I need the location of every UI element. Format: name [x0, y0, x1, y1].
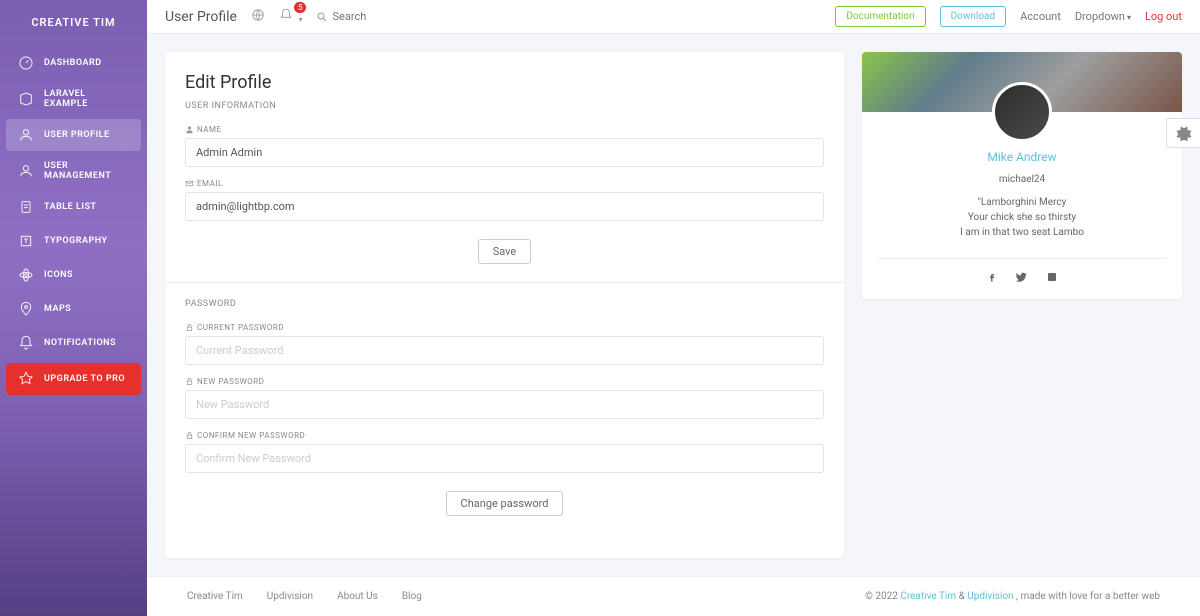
envelope-icon [185, 179, 194, 188]
facebook-icon[interactable] [986, 271, 998, 283]
sidebar: CREATIVE TIM DASHBOARD LARAVEL EXAMPLE U… [0, 0, 147, 616]
section-label-user: USER INFORMATION [185, 101, 824, 111]
search-input[interactable] [332, 10, 412, 23]
confirm-password-input[interactable] [185, 444, 824, 473]
footer-upd-link[interactable]: Updivision [967, 591, 1013, 602]
sidebar-item-label: USER PROFILE [44, 130, 110, 140]
social-links [878, 258, 1166, 283]
gear-icon [1176, 125, 1192, 141]
atom-icon [18, 267, 34, 283]
settings-tab[interactable] [1166, 118, 1200, 148]
sidebar-item-label: NOTIFICATIONS [44, 338, 116, 348]
download-button[interactable]: Download [940, 6, 1007, 27]
sidebar-item-label: LARAVEL EXAMPLE [44, 89, 129, 109]
confirm-password-label: CONFIRM NEW PASSWORD [185, 431, 824, 440]
footer-link[interactable]: Blog [402, 591, 422, 602]
chevron-down-icon: ▾ [298, 15, 302, 24]
page-title: User Profile [165, 9, 237, 25]
lock-icon [185, 431, 194, 440]
sidebar-item-label: ICONS [44, 270, 73, 280]
current-password-label: CURRENT PASSWORD [185, 323, 824, 332]
user-icon [185, 125, 194, 134]
pin-icon [18, 301, 34, 317]
sidebar-item-user-profile[interactable]: USER PROFILE [6, 119, 141, 151]
documentation-button[interactable]: Documentation [835, 6, 925, 27]
users-icon [18, 163, 34, 179]
profile-name-link[interactable]: Mike Andrew [878, 150, 1166, 164]
lock-icon [185, 377, 194, 386]
name-label: NAME [185, 125, 824, 134]
dashboard-icon [18, 55, 34, 71]
sidebar-item-label: TABLE LIST [44, 202, 96, 212]
search-icon [316, 11, 328, 23]
lock-icon [185, 323, 194, 332]
footer-link[interactable]: Updivision [267, 591, 313, 602]
sidebar-item-label: MAPS [44, 304, 71, 314]
profile-quote: "Lamborghini Mercy Your chick she so thi… [878, 195, 1166, 240]
notifications-dropdown[interactable]: 5 ▾ [279, 8, 303, 26]
profile-card: Mike Andrew michael24 "Lamborghini Mercy… [862, 52, 1182, 299]
profile-username: michael24 [878, 174, 1166, 185]
sidebar-item-table[interactable]: TABLE LIST [6, 191, 141, 223]
typography-icon [18, 233, 34, 249]
user-icon [18, 127, 34, 143]
footer: Creative Tim Updivision About Us Blog © … [147, 576, 1200, 616]
sidebar-item-upgrade[interactable]: UPGRADE TO PRO [6, 363, 141, 395]
change-password-button[interactable]: Change password [446, 491, 564, 516]
save-button[interactable]: Save [478, 239, 532, 264]
avatar[interactable] [992, 82, 1052, 142]
chevron-down-icon: ▾ [1127, 13, 1131, 22]
card-title: Edit Profile [185, 72, 824, 93]
sidebar-item-laravel[interactable]: LARAVEL EXAMPLE [6, 81, 141, 117]
new-password-label: NEW PASSWORD [185, 377, 824, 386]
section-label-password: PASSWORD [185, 299, 824, 309]
topbar: User Profile 5 ▾ Documentation Download … [147, 0, 1200, 34]
clipboard-icon [18, 199, 34, 215]
sidebar-item-label: DASHBOARD [44, 58, 102, 68]
name-input[interactable] [185, 138, 824, 167]
sidebar-item-icons[interactable]: ICONS [6, 259, 141, 291]
sidebar-item-label: TYPOGRAPHY [44, 236, 108, 246]
footer-ct-link[interactable]: Creative Tim [900, 591, 956, 602]
brand-logo[interactable]: CREATIVE TIM [0, 8, 147, 45]
new-password-input[interactable] [185, 390, 824, 419]
email-input[interactable] [185, 192, 824, 221]
sidebar-item-maps[interactable]: MAPS [6, 293, 141, 325]
search-wrap [316, 10, 412, 23]
sidebar-item-label: UPGRADE TO PRO [44, 374, 125, 384]
divider [165, 282, 844, 283]
logout-link[interactable]: Log out [1145, 10, 1182, 23]
cover-image [862, 52, 1182, 112]
email-label: EMAIL [185, 179, 824, 188]
sidebar-item-typography[interactable]: TYPOGRAPHY [6, 225, 141, 257]
laravel-icon [18, 91, 34, 107]
rocket-icon [18, 371, 34, 387]
twitter-icon[interactable] [1016, 271, 1028, 283]
account-link[interactable]: Account [1020, 10, 1061, 23]
sidebar-item-dashboard[interactable]: DASHBOARD [6, 47, 141, 79]
dropdown-link[interactable]: Dropdown▾ [1075, 10, 1131, 23]
current-password-input[interactable] [185, 336, 824, 365]
sidebar-item-label: USER MANAGEMENT [44, 161, 129, 181]
bell-icon [18, 335, 34, 351]
edit-profile-card: Edit Profile USER INFORMATION NAME EMAIL… [165, 52, 844, 558]
sidebar-item-user-mgmt[interactable]: USER MANAGEMENT [6, 153, 141, 189]
footer-link[interactable]: Creative Tim [187, 591, 243, 602]
globe-icon[interactable] [251, 8, 265, 26]
footer-link[interactable]: About Us [337, 591, 378, 602]
footer-copyright: © 2022 Creative Tim & Updivision , made … [865, 591, 1160, 602]
google-icon[interactable] [1046, 271, 1058, 283]
notification-badge: 5 [294, 2, 307, 13]
sidebar-item-notifications[interactable]: NOTIFICATIONS [6, 327, 141, 359]
